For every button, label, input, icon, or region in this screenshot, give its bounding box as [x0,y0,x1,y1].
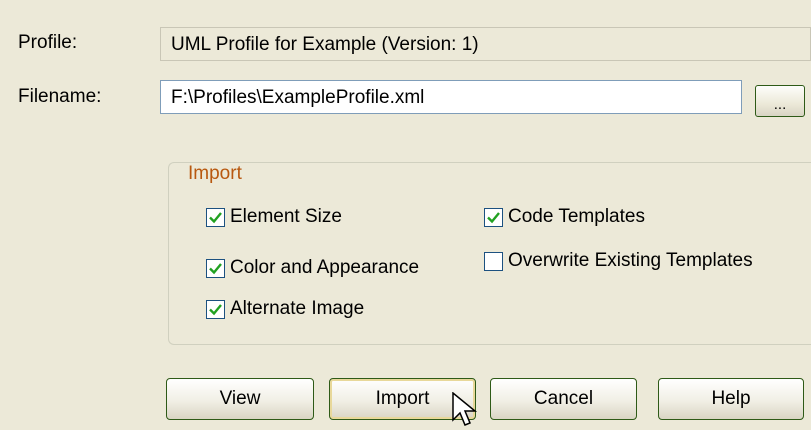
check-mark-icon [209,303,222,315]
help-button[interactable]: Help [658,378,804,420]
check-mark-icon [209,262,222,274]
profile-label: Profile: [18,32,78,53]
check-mark-icon [209,211,222,223]
cancel-button[interactable]: Cancel [490,378,637,420]
checkbox-box[interactable] [206,207,225,227]
color-appearance-checkbox[interactable]: Color and Appearance [206,257,419,279]
profile-field: UML Profile for Example (Version: 1) [160,27,811,61]
code-templates-checkbox[interactable]: Code Templates [484,206,645,228]
mouse-pointer-icon [452,392,478,426]
element-size-checkbox[interactable]: Element Size [206,206,342,228]
check-mark-icon [487,211,500,223]
filename-label: Filename: [18,86,102,107]
import-group-legend: Import [184,163,246,185]
browse-button[interactable]: ... [755,85,805,117]
overwrite-templates-label: Overwrite Existing Templates [508,250,753,271]
color-appearance-label: Color and Appearance [230,257,420,278]
checkbox-box[interactable] [206,299,225,319]
view-button[interactable]: View [166,378,314,420]
checkbox-box[interactable] [484,251,503,271]
alternate-image-checkbox[interactable]: Alternate Image [206,298,364,320]
element-size-label: Element Size [230,206,342,227]
checkbox-box[interactable] [484,207,503,227]
filename-input[interactable]: F:\Profiles\ExampleProfile.xml [160,80,742,114]
code-templates-label: Code Templates [508,206,645,227]
overwrite-templates-checkbox[interactable]: Overwrite Existing Templates [484,250,753,272]
checkbox-box[interactable] [206,258,225,278]
alternate-image-label: Alternate Image [230,298,365,319]
